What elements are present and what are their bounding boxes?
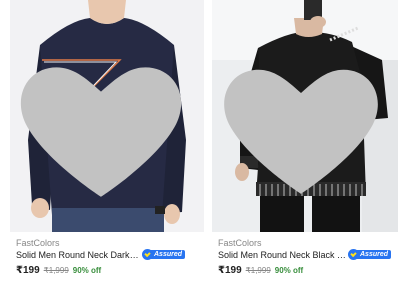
product-card[interactable]: FastColors Solid Men Round Neck Dark Blu… (10, 0, 204, 282)
product-title[interactable]: Solid Men Round Neck Dark Blue T-Shirt (16, 250, 140, 260)
assured-label: Assured (149, 250, 186, 259)
product-image[interactable] (10, 0, 204, 232)
assured-check-icon (348, 249, 359, 260)
discount-label: 90% off (274, 266, 304, 275)
price-row: ₹199 ₹1,999 90% off (218, 265, 303, 276)
product-brand: FastColors (16, 238, 60, 248)
product-brand: FastColors (218, 238, 262, 248)
assured-badge: Assured (348, 249, 392, 260)
selling-price: ₹199 (16, 265, 40, 276)
discount-label: 90% off (72, 266, 102, 275)
heart-icon[interactable] (10, 8, 198, 232)
assured-label: Assured (355, 250, 392, 259)
product-card[interactable]: FastColors Solid Men Round Neck Black T-… (212, 0, 398, 282)
product-title[interactable]: Solid Men Round Neck Black T-Shirt (218, 250, 348, 260)
heart-icon[interactable] (212, 8, 394, 232)
price-row: ₹199 ₹1,999 90% off (16, 265, 101, 276)
original-price: ₹1,999 (245, 266, 271, 275)
selling-price: ₹199 (218, 265, 242, 276)
product-image[interactable] (212, 0, 398, 232)
original-price: ₹1,999 (43, 266, 69, 275)
product-grid: FastColors Solid Men Round Neck Dark Blu… (0, 0, 400, 282)
assured-badge: Assured (142, 249, 186, 260)
assured-check-icon (142, 249, 153, 260)
